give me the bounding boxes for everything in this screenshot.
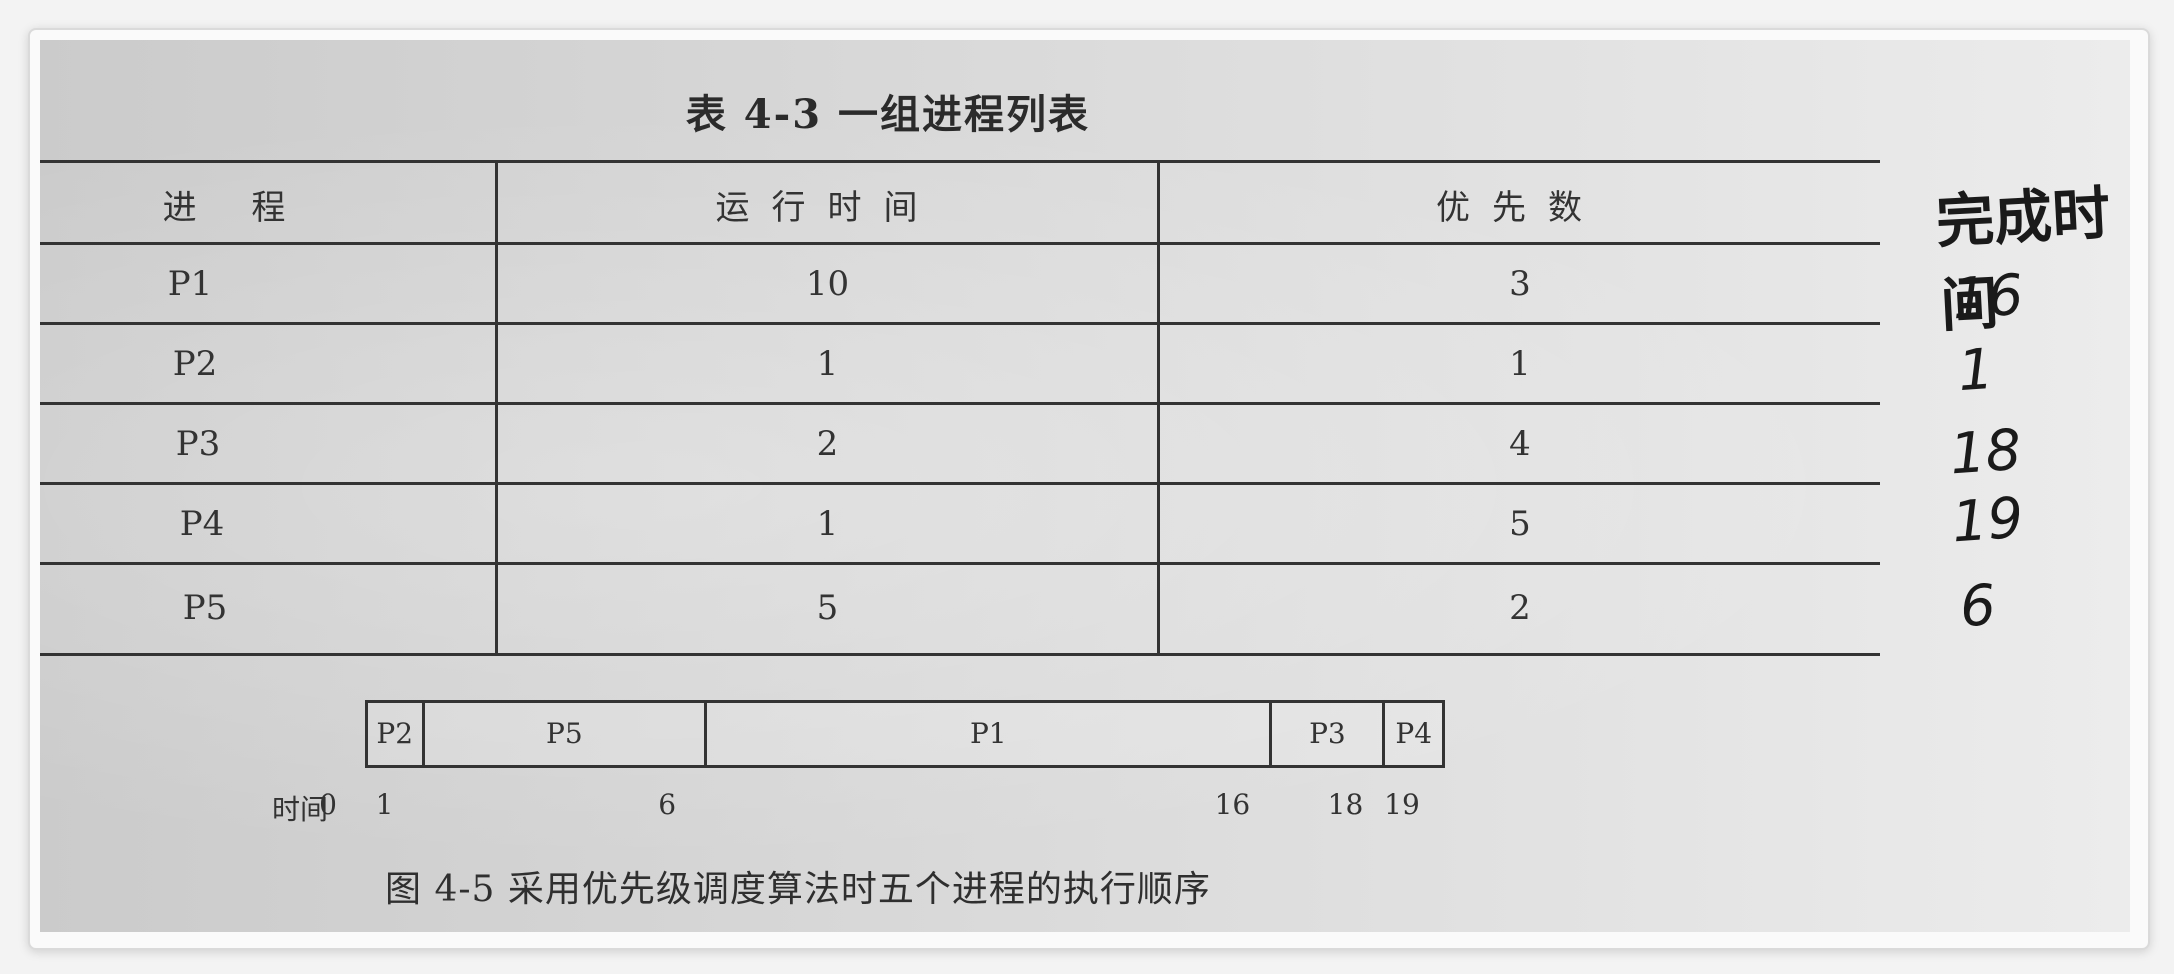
cell-run-time: 10 [805,264,850,304]
cell-priority: 1 [1509,344,1531,384]
cell-process: P5 [182,588,228,628]
execution-segment-p4: P4 [1395,717,1433,750]
cell-run-time: 1 [816,344,839,384]
handwritten-value: 18 [1947,417,2024,488]
header-run-time: 运行时间 [715,188,940,228]
cell-process: P1 [167,264,213,304]
handwritten-value: 6 [1957,572,1998,641]
table-rule [40,402,1880,405]
cell-run-time: 1 [816,504,839,544]
time-tick: 18 [1327,788,1364,821]
cell-priority: 4 [1509,424,1531,464]
time-tick: 19 [1384,788,1420,821]
table-rule [40,322,1880,325]
cell-process: P3 [175,424,221,464]
cell-priority: 5 [1509,504,1531,544]
handwritten-value: 1 [1955,336,1996,405]
table-col-divider [1157,160,1160,656]
cell-priority: 2 [1509,588,1531,628]
table-col-divider [495,160,498,656]
cell-process: P4 [179,504,225,544]
table-rule [40,482,1880,485]
process-table: 进 程 运行时间 优先数 P1 10 3 P2 1 1 P3 2 4 P4 1 … [40,160,1880,656]
cell-process: P2 [172,344,218,384]
table-title-text: 表 4-3 一组进程列表 [685,91,1090,138]
time-tick: 1 [375,788,394,821]
table-title: 表 4-3 一组进程列表 [40,82,1090,140]
time-tick: 6 [658,788,677,821]
table-rule-bottom [40,653,1880,656]
time-tick: 0 [319,788,337,821]
header-priority: 优先数 [1436,188,1604,228]
handwritten-value: 16 [1949,262,2026,333]
figure-caption: 图 4-5 采用优先级调度算法时五个进程的执行顺序 [385,869,1211,910]
table-rule [40,242,1880,245]
header-process: 进 程 [162,188,308,228]
cell-run-time: 2 [816,424,839,464]
execution-segment-p1: P1 [707,703,1273,765]
handwritten-value: 19 [1949,485,2026,556]
table-rule-top [40,160,1880,163]
cell-priority: 3 [1509,264,1531,304]
cell-run-time: 5 [816,588,839,628]
document-photo: 表 4-3 一组进程列表 进 程 运行时间 优先数 P1 10 3 P2 1 1… [40,40,2130,932]
table-rule [40,562,1880,565]
execution-segment-p5: P5 [425,703,708,765]
execution-segment-p3: P3 [1272,703,1386,765]
time-tick: 16 [1214,788,1251,821]
execution-segment-p2: P2 [368,703,425,765]
execution-order-bar: P2 P5 P1 P3 P4 [365,700,1445,768]
